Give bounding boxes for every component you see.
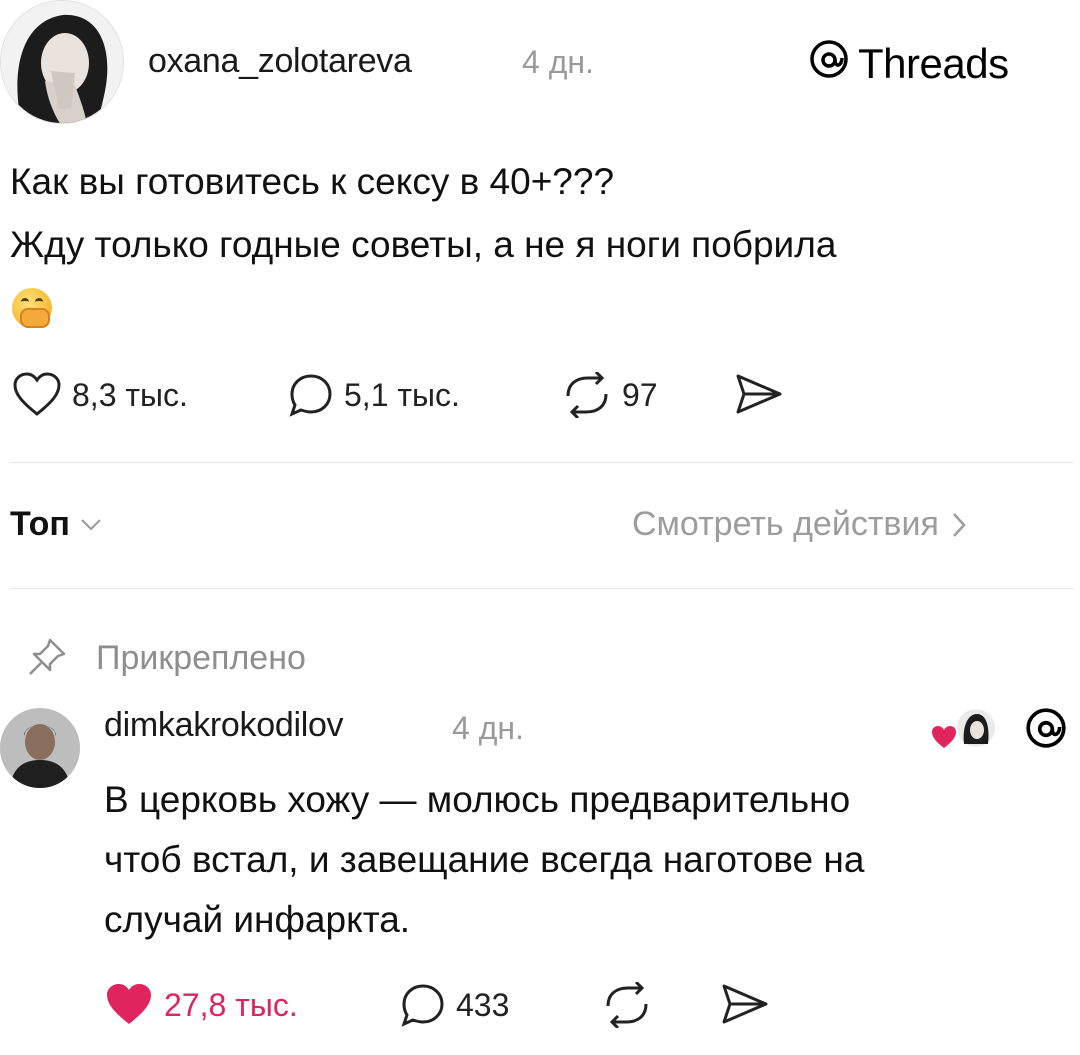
pin-icon bbox=[29, 638, 66, 675]
like-count: 8,3 тыс. bbox=[72, 376, 188, 413]
view-activity-label: Смотреть действия bbox=[632, 505, 939, 543]
heart-outline-icon bbox=[13, 372, 61, 416]
author-avatar[interactable] bbox=[0, 0, 124, 124]
comment-count: 5,1 тыс. bbox=[344, 376, 460, 413]
send-icon bbox=[736, 374, 782, 414]
divider bbox=[10, 462, 1074, 463]
repost-icon bbox=[606, 982, 648, 1028]
reply-like-count: 27,8 тыс. bbox=[164, 986, 298, 1023]
chevron-right-icon bbox=[952, 512, 966, 537]
reply-author-avatar[interactable] bbox=[0, 708, 80, 788]
liked-by-author-icon bbox=[932, 707, 997, 749]
hand-over-mouth-emoji bbox=[12, 288, 52, 328]
heart-filled-icon bbox=[107, 984, 151, 1024]
like-button[interactable]: 8,3 тыс. bbox=[12, 372, 188, 418]
reply-time: 4 дн. bbox=[452, 710, 524, 746]
view-activity-link[interactable]: Смотреть действия bbox=[632, 505, 967, 544]
send-icon bbox=[722, 984, 768, 1024]
sort-dropdown[interactable]: Топ bbox=[10, 505, 102, 544]
reply-line-2: чтоб встал, и завещание всегда наготове … bbox=[104, 839, 865, 880]
comment-button[interactable]: 5,1 тыс. bbox=[288, 372, 460, 418]
sort-label: Топ bbox=[10, 505, 70, 543]
reply-author-name[interactable]: dimkakrokodilov bbox=[104, 706, 344, 745]
reply-share-button[interactable] bbox=[720, 982, 770, 1026]
reply-repost-button[interactable] bbox=[602, 982, 652, 1028]
divider bbox=[10, 588, 1074, 589]
repost-icon bbox=[566, 372, 608, 418]
threads-logo-icon[interactable] bbox=[1024, 706, 1068, 755]
liked-by-author-badge bbox=[930, 704, 1000, 754]
reply-comment-count: 433 bbox=[456, 986, 510, 1023]
threads-logo-icon bbox=[808, 38, 850, 90]
repost-button[interactable]: 97 bbox=[562, 372, 658, 418]
repost-count: 97 bbox=[622, 376, 658, 413]
post-line-2: Жду только годные советы, а не я ноги по… bbox=[10, 224, 837, 265]
comment-bubble-icon bbox=[401, 984, 444, 1027]
comment-bubble-icon bbox=[289, 374, 332, 417]
reply-line-3: случай инфаркта. bbox=[104, 899, 411, 940]
post-line-1: Как вы готовитесь к сексу в 40+??? bbox=[10, 161, 615, 202]
post-author-name[interactable]: oxana_zolotareva bbox=[148, 42, 412, 81]
share-button[interactable] bbox=[734, 372, 784, 416]
post-time: 4 дн. bbox=[522, 44, 594, 80]
reply-like-button[interactable]: 27,8 тыс. bbox=[104, 982, 298, 1028]
reply-line-1: В церковь хожу — молюсь предварительно bbox=[104, 779, 851, 820]
chevron-down-icon bbox=[81, 518, 101, 530]
reply-comment-button[interactable]: 433 bbox=[400, 982, 509, 1028]
threads-brand[interactable]: Threads bbox=[808, 38, 1009, 90]
pinned-label: Прикреплено bbox=[96, 638, 306, 677]
pinned-indicator: Прикреплено bbox=[24, 636, 306, 680]
threads-brand-label: Threads bbox=[858, 40, 1009, 87]
